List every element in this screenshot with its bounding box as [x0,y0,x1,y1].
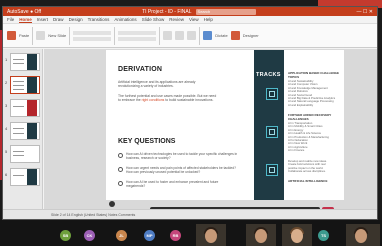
slide-thumbnail-selected[interactable] [10,76,40,94]
question-item: How can AI be used to foster and enhance… [118,180,238,188]
question-item: How can urgent needs and pain points of … [118,166,238,174]
collaborator-cursor-icon [109,201,115,207]
section-heading: ARTIFICIAL INTELLIGENCE [288,179,328,183]
font-selector[interactable] [73,30,112,35]
track-icon [266,164,278,176]
ribbon-tabs: File Home Insert Draw Design Transitions… [3,16,377,24]
thumb-number: 3 [5,103,8,108]
powerpoint-window: AutoSave ● Off TI Project - ID - FINAL S… [2,6,378,220]
slide-thumbnail[interactable] [10,168,40,186]
font-format-row[interactable] [73,36,112,41]
new-slide-icon[interactable] [36,31,46,40]
participant-video[interactable] [346,224,380,246]
status-text: Slide 2 of 14 English (United States) No… [51,212,136,217]
slide-thumbnail[interactable] [10,53,40,71]
paragraph-group [118,30,157,41]
participants-strip: SB CK JL MP RB TS [0,220,382,246]
autosave-label[interactable]: AutoSave ● Off [7,9,41,15]
question-icon [118,152,123,158]
tab-file[interactable]: File [7,17,14,22]
ribbon: Paste New Slide Dictate Designer [3,24,377,48]
tab-draw[interactable]: Draw [53,17,64,22]
status-bar: Slide 2 of 14 English (United States) No… [3,209,377,219]
search-box[interactable]: Search [195,8,256,15]
tab-view[interactable]: View [189,17,199,22]
participant-video[interactable] [196,224,226,246]
arrange-icon[interactable] [175,31,185,40]
font-group [73,30,112,41]
slide-thumbnails-pane: 1 2 3 4 5 6 [3,49,43,209]
shapes-icon[interactable] [163,31,173,40]
tab-animations[interactable]: Animations [114,17,136,22]
question-item: How can AI driven technologies be used t… [118,152,238,160]
dictate-icon[interactable] [203,31,213,40]
derivation-title: DERIVATION [118,66,163,73]
tab-design[interactable]: Design [69,17,83,22]
document-title: TI Project - ID - FINAL [142,8,192,15]
thumb-number: 4 [5,126,8,131]
window-controls[interactable]: — ☐ ✕ [357,9,373,15]
tab-transitions[interactable]: Transitions [88,17,110,22]
participant-avatar[interactable]: MP [144,230,155,241]
tab-help[interactable]: Help [204,17,213,22]
participant-avatar[interactable]: JL [116,230,127,241]
current-slide[interactable]: DERIVATION Artificial intelligence and i… [106,50,344,200]
paste-label[interactable]: Paste [19,33,29,38]
track-icon [266,88,278,100]
track-icon [266,126,278,138]
thumb-number: 2 [5,80,8,85]
tracks-title: TRACKS [256,72,281,78]
tracks-details: APPLICATION BASED CHALLENGE TOPICS AI an… [288,50,344,200]
participant-avatar[interactable]: CK [84,230,95,241]
participant-video[interactable] [246,224,276,246]
paragraph-row-1[interactable] [118,30,157,35]
paste-icon[interactable] [7,31,16,40]
highlight-text: right conditions [141,98,165,103]
paragraph-row-2[interactable] [118,36,157,41]
tab-insert[interactable]: Insert [37,17,48,22]
slide-thumbnail[interactable] [10,99,40,117]
participant-avatar[interactable]: RB [170,230,181,241]
thumb-number: 5 [5,149,8,154]
thumb-number: 6 [5,172,8,177]
tab-home[interactable]: Home [19,17,32,23]
quick-styles-icon[interactable] [187,31,197,40]
derivation-paragraph-1: Artificial intelligence and its applicat… [118,80,196,89]
participant-video[interactable] [282,224,312,246]
title-bar: AutoSave ● Off TI Project - ID - FINAL S… [3,7,377,16]
designer-icon[interactable] [230,31,240,40]
slide-thumbnail[interactable] [10,122,40,140]
participant-avatar[interactable]: TS [318,230,329,241]
new-slide-label[interactable]: New Slide [48,33,66,38]
question-icon [118,166,123,172]
designer-label[interactable]: Designer [243,33,259,38]
thumb-number: 1 [5,57,8,62]
slide-thumbnail[interactable] [10,145,40,163]
tab-slide-show[interactable]: Slide Show [142,17,165,22]
dictate-label[interactable]: Dictate [215,33,227,38]
tab-review[interactable]: Review [169,17,184,22]
key-questions-title: KEY QUESTIONS [118,138,176,145]
derivation-paragraph-2: The furthest potential and use cases mad… [118,94,217,103]
slide-canvas: DERIVATION Artificial intelligence and i… [44,49,377,219]
question-icon [118,180,123,186]
participant-avatar[interactable]: SB [60,230,71,241]
